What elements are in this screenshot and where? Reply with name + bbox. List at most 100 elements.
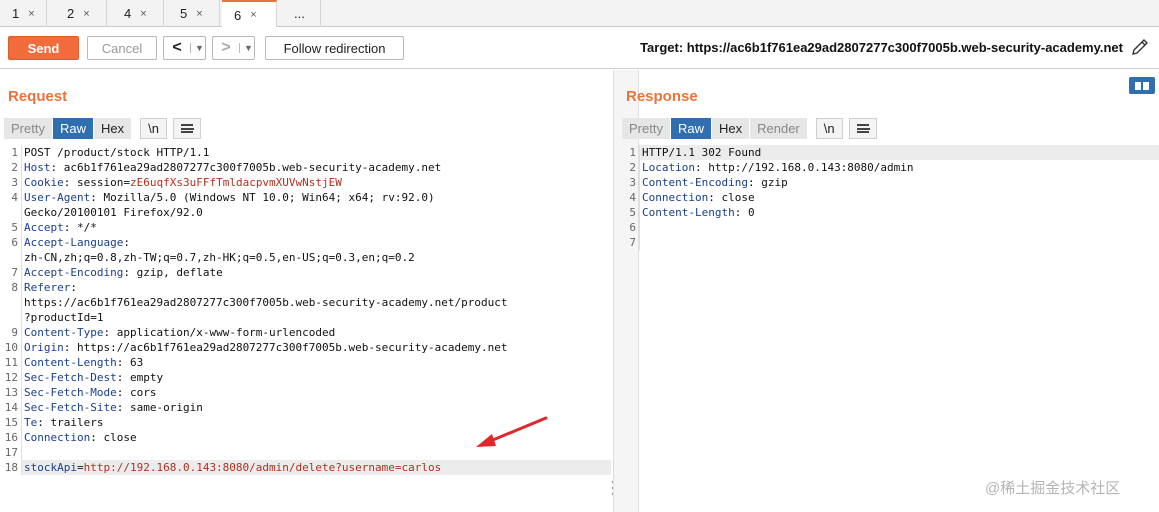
- separator: :: [103, 326, 117, 339]
- line-number: 7: [629, 236, 636, 249]
- header-name: Origin: [24, 341, 64, 354]
- header-value: ac6b1f761ea29ad2807277c300f7005b.web-sec…: [63, 161, 442, 174]
- line-number: 15: [4, 416, 18, 429]
- tab-bar: 1 × 2 × 4 × 5 × 6 × ...: [0, 0, 1159, 28]
- header-name: Sec-Fetch-Mode: [24, 386, 117, 399]
- hamburger-icon: [856, 124, 870, 133]
- separator: :: [123, 266, 137, 279]
- tab-render[interactable]: Render: [750, 118, 808, 139]
- close-icon[interactable]: ×: [140, 8, 146, 20]
- header-value: ?productId=1: [24, 311, 104, 324]
- watermark: @稀土掘金技术社区: [985, 480, 1121, 497]
- tab-2[interactable]: 2 ×: [55, 0, 107, 27]
- code-line: Te: trailers: [24, 415, 507, 430]
- tab-5[interactable]: 5 ×: [168, 0, 220, 27]
- line-number: 3: [11, 176, 18, 189]
- red-arrow-annotation: [476, 416, 548, 447]
- separator: :: [734, 206, 748, 219]
- close-icon[interactable]: ×: [250, 9, 256, 21]
- line-number: 9: [11, 326, 18, 339]
- pencil-icon[interactable]: [1129, 36, 1151, 58]
- close-icon[interactable]: ×: [28, 8, 34, 20]
- send-button[interactable]: Send: [8, 36, 79, 60]
- separator: :: [116, 356, 130, 369]
- cancel-button[interactable]: Cancel: [87, 36, 157, 60]
- line-number: 3: [629, 176, 636, 189]
- line-number: 13: [4, 386, 18, 399]
- code-line: stockApi=http://192.168.0.143:8080/admin…: [24, 460, 507, 475]
- tab-more[interactable]: ...: [278, 0, 321, 27]
- param-value: http://192.168.0.143:8080/admin/delete?u…: [83, 461, 442, 474]
- menu-button[interactable]: [848, 118, 877, 139]
- tab-4[interactable]: 4 ×: [112, 0, 164, 27]
- tab-label: 5: [180, 6, 188, 21]
- request-code: POST /product/stock HTTP/1.1 Host: ac6b1f…: [24, 145, 507, 475]
- header-value: cors: [129, 386, 157, 399]
- line-number: 12: [4, 371, 18, 384]
- newline-toggle[interactable]: \n: [815, 118, 843, 139]
- tab-1[interactable]: 1 ×: [0, 0, 47, 27]
- code-line: User-Agent: Mozilla/5.0 (Windows NT 10.0…: [24, 190, 507, 205]
- tab-label: 2: [67, 6, 75, 21]
- tab-hex[interactable]: Hex: [93, 118, 133, 139]
- layout-toggle-icon[interactable]: [1129, 77, 1155, 94]
- header-value: HTTP/1.1 302 Found: [642, 146, 762, 159]
- code-line: Content-Encoding: gzip: [642, 175, 914, 190]
- separator: :: [50, 161, 64, 174]
- forward-button[interactable]: > ▼: [212, 36, 255, 60]
- line-number: [0, 310, 18, 325]
- header-name: Location: [642, 161, 695, 174]
- header-value: Mozilla/5.0 (Windows NT 10.0; Win64; x64…: [103, 191, 435, 204]
- header-value: trailers: [50, 416, 104, 429]
- line-number: 14: [4, 401, 18, 414]
- code-line: Location: http://192.168.0.143:8080/admi…: [642, 160, 914, 175]
- code-line: zh-CN,zh;q=0.8,zh-TW;q=0.7,zh-HK;q=0.5,e…: [24, 250, 507, 265]
- code-line: Gecko/20100101 Firefox/92.0: [24, 205, 507, 220]
- dropdown-icon[interactable]: ▼: [239, 43, 253, 53]
- line-number: 4: [629, 191, 636, 204]
- header-value: POST /product/stock HTTP/1.1: [24, 146, 210, 159]
- line-number: 17: [4, 446, 18, 459]
- dropdown-icon[interactable]: ▼: [190, 43, 204, 53]
- code-line: Sec-Fetch-Mode: cors: [24, 385, 507, 400]
- menu-button[interactable]: [172, 118, 201, 139]
- separator: :: [123, 236, 130, 249]
- line-number: 4: [11, 191, 18, 204]
- code-line: Origin: https://ac6b1f761ea29ad2807277c3…: [24, 340, 507, 355]
- tab-pretty[interactable]: Pretty: [622, 118, 671, 139]
- code-line: Accept-Language:: [24, 235, 507, 250]
- header-name: Connection: [642, 191, 709, 204]
- line-number: 1: [629, 146, 636, 159]
- header-name: User-Agent: [24, 191, 91, 204]
- newline-toggle[interactable]: \n: [140, 118, 167, 139]
- code-line: Host: ac6b1f761ea29ad2807277c300f7005b.w…: [24, 160, 507, 175]
- separator: :: [63, 176, 77, 189]
- response-editor[interactable]: 1234567 HTTP/1.1 302 Found Location: http…: [618, 145, 1159, 265]
- tab-6[interactable]: 6 ×: [222, 0, 277, 28]
- tab-raw[interactable]: Raw: [52, 118, 94, 139]
- tab-pretty[interactable]: Pretty: [4, 118, 53, 139]
- code-line: Sec-Fetch-Dest: empty: [24, 370, 507, 385]
- header-name: Referer: [24, 281, 71, 294]
- code-line: Content-Type: application/x-www-form-url…: [24, 325, 507, 340]
- code-line: POST /product/stock HTTP/1.1: [24, 145, 507, 160]
- follow-redirection-button[interactable]: Follow redirection: [265, 36, 404, 60]
- header-value: https://ac6b1f761ea29ad2807277c300f7005b…: [24, 296, 508, 309]
- header-name: Accept: [24, 221, 64, 234]
- back-button[interactable]: < ▼: [163, 36, 206, 60]
- tab-hex[interactable]: Hex: [711, 118, 751, 139]
- header-value: http://192.168.0.143:8080/admin: [708, 161, 914, 174]
- code-line: Connection: close: [24, 430, 507, 445]
- response-view-tabs: Pretty Raw Hex Render \n: [622, 118, 877, 139]
- line-number: [0, 205, 18, 220]
- close-icon[interactable]: ×: [196, 8, 202, 20]
- header-name: Te: [24, 416, 38, 429]
- close-icon[interactable]: ×: [83, 8, 89, 20]
- line-number: [0, 250, 18, 265]
- separator: :: [116, 386, 130, 399]
- tab-raw[interactable]: Raw: [670, 118, 712, 139]
- code-line: Content-Length: 0: [642, 205, 914, 220]
- line-number: 16: [4, 431, 18, 444]
